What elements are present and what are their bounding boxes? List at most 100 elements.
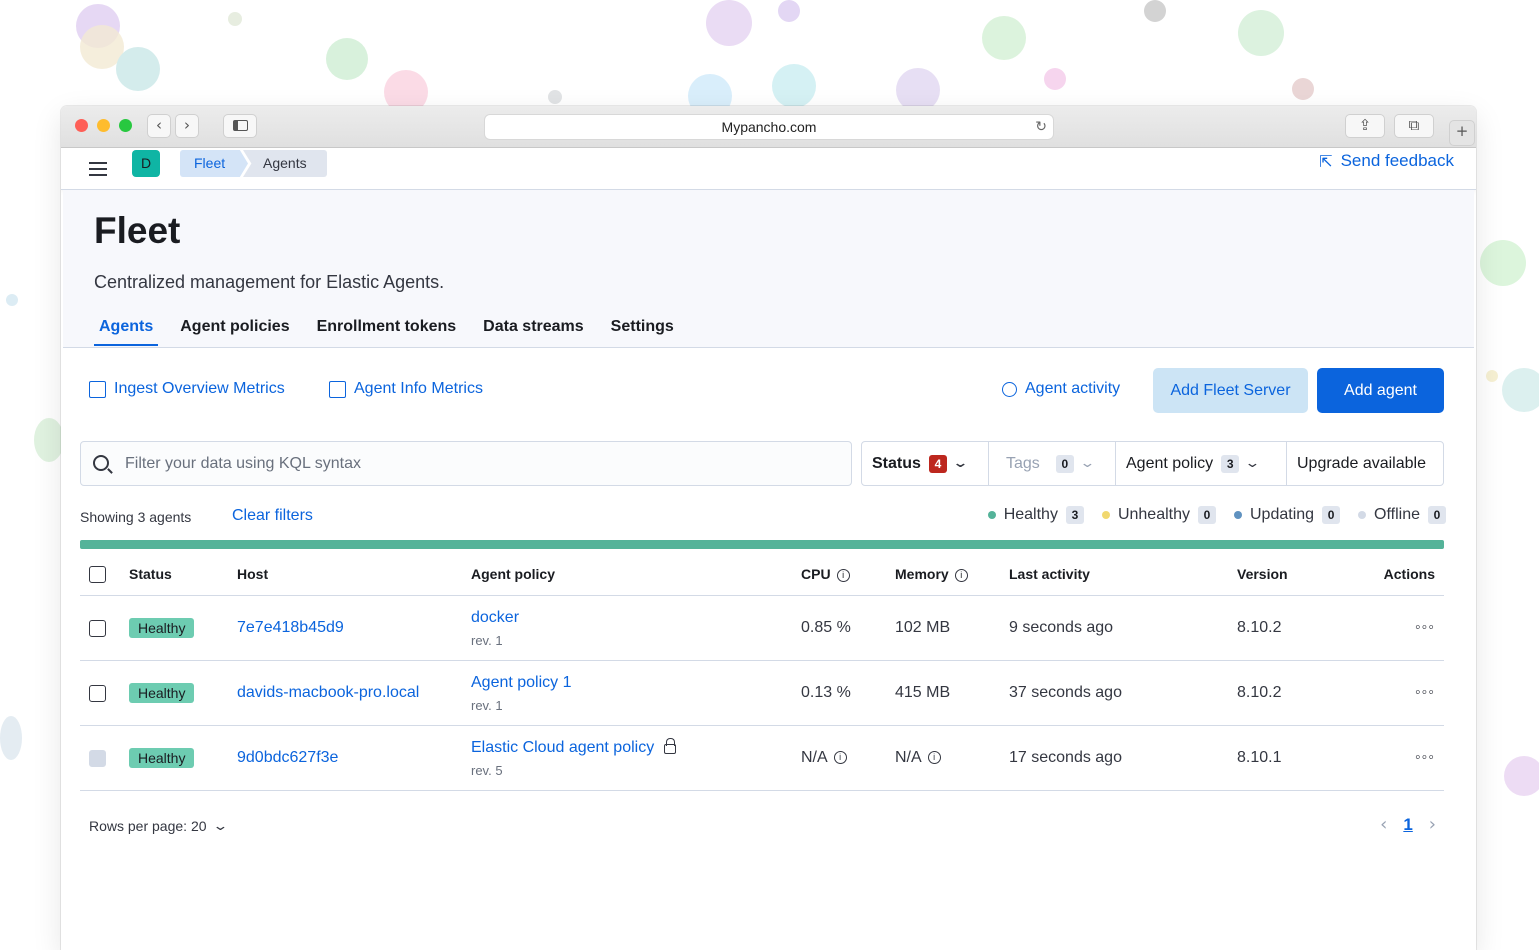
page-title: Fleet bbox=[94, 210, 181, 251]
minimize-window-button[interactable] bbox=[97, 119, 110, 132]
policy-link[interactable]: Elastic Cloud agent policy bbox=[471, 738, 801, 757]
rows-per-page-selector[interactable]: Rows per page: 20 ⌄ bbox=[89, 818, 229, 834]
clock-icon bbox=[1002, 381, 1017, 397]
add-agent-button[interactable]: Add agent bbox=[1317, 368, 1444, 413]
browser-window: ‹ › Mypancho.com ↻ ⇪ ⧉ + D Fleet Agents … bbox=[61, 106, 1476, 950]
unhealthy-dot-icon bbox=[1101, 511, 1110, 519]
url-text: Mypancho.com bbox=[721, 119, 817, 135]
legend-count: 3 bbox=[1065, 506, 1084, 524]
info-icon[interactable]: i bbox=[833, 751, 847, 765]
agent-policy-filter[interactable]: Agent policy 3 ⌄ bbox=[1116, 442, 1287, 485]
tab-enrollment-tokens[interactable]: Enrollment tokens bbox=[312, 318, 462, 346]
status-badge: Healthy bbox=[129, 748, 195, 768]
table-header: Status Host Agent policy CPU i Memory i La… bbox=[80, 553, 1444, 596]
next-page-icon[interactable]: › bbox=[1429, 814, 1436, 835]
agent-policy-filter-label: Agent policy bbox=[1126, 454, 1214, 472]
legend-updating: Updating 0 bbox=[1234, 506, 1341, 524]
back-button[interactable]: ‹ bbox=[147, 114, 171, 138]
breadcrumb-fleet[interactable]: Fleet bbox=[180, 150, 248, 177]
policy-link[interactable]: docker bbox=[471, 609, 801, 627]
row-checkbox[interactable] bbox=[89, 619, 106, 637]
search-placeholder: Filter your data using KQL syntax bbox=[125, 455, 361, 472]
share-button[interactable]: ⇪ bbox=[1345, 114, 1385, 138]
space-avatar[interactable]: D bbox=[132, 150, 160, 177]
policy-link[interactable]: Agent policy 1 bbox=[471, 674, 801, 692]
tab-data-streams[interactable]: Data streams bbox=[478, 318, 589, 346]
breadcrumb-agents: Agents bbox=[243, 150, 327, 177]
previous-page-icon[interactable]: ‹ bbox=[1380, 814, 1387, 835]
status-legend: Healthy 3 Unhealthy 0 Updating 0 Offline… bbox=[987, 506, 1446, 524]
ingest-overview-metrics-label: Ingest Overview Metrics bbox=[114, 380, 285, 397]
tab-agent-policies[interactable]: Agent policies bbox=[175, 318, 294, 346]
info-icon[interactable]: i bbox=[927, 751, 941, 765]
healthy-dot-icon bbox=[987, 511, 996, 519]
search-icon bbox=[93, 455, 109, 471]
select-all-checkbox[interactable] bbox=[89, 565, 106, 583]
legend-count: 0 bbox=[1198, 506, 1216, 524]
new-tab-button[interactable]: + bbox=[1449, 120, 1475, 146]
column-last-activity[interactable]: Last activity bbox=[1009, 566, 1237, 582]
policy-name: Elastic Cloud agent policy bbox=[471, 738, 655, 756]
legend-label: Updating bbox=[1250, 506, 1315, 523]
column-version[interactable]: Version bbox=[1237, 566, 1337, 582]
column-memory: Memory i bbox=[895, 566, 1009, 582]
host-link[interactable]: 7e7e418b45d9 bbox=[237, 619, 344, 636]
last-activity-value: 9 seconds ago bbox=[1009, 619, 1114, 636]
chevron-down-icon: ⌄ bbox=[211, 818, 229, 834]
legend-count: 0 bbox=[1322, 506, 1341, 524]
chevron-down-icon: ⌄ bbox=[1244, 456, 1261, 471]
status-badge: Healthy bbox=[129, 618, 195, 638]
column-host[interactable]: Host bbox=[237, 566, 471, 582]
agent-activity-link[interactable]: Agent activity bbox=[1002, 380, 1120, 398]
more-actions-icon[interactable]: ◦◦◦ bbox=[1415, 619, 1435, 636]
status-filter[interactable]: Status 4 ⌄ bbox=[862, 442, 989, 485]
sidebar-toggle-button[interactable] bbox=[223, 114, 257, 138]
add-fleet-server-button[interactable]: Add Fleet Server bbox=[1153, 368, 1308, 413]
clear-filters-link[interactable]: Clear filters bbox=[232, 507, 313, 525]
column-cpu-label: CPU bbox=[801, 566, 831, 582]
column-status[interactable]: Status bbox=[129, 566, 237, 582]
rows-per-page-label: Rows per page: 20 bbox=[89, 818, 207, 834]
pagination: ‹ 1 › bbox=[1380, 814, 1436, 835]
page-number-button[interactable]: 1 bbox=[1403, 815, 1412, 835]
agent-info-metrics-label: Agent Info Metrics bbox=[354, 380, 483, 397]
zoom-window-button[interactable] bbox=[119, 119, 132, 132]
send-feedback-link[interactable]: ⇱ Send feedback bbox=[1319, 151, 1454, 171]
last-activity-value: 17 seconds ago bbox=[1009, 749, 1122, 766]
info-icon[interactable]: i bbox=[836, 568, 850, 582]
version-value: 8.10.2 bbox=[1237, 684, 1282, 701]
row-checkbox-disabled bbox=[89, 749, 106, 767]
forward-button[interactable]: › bbox=[175, 114, 199, 138]
agents-table: Status Host Agent policy CPU i Memory i La… bbox=[80, 553, 1444, 791]
upgrade-available-filter[interactable]: Upgrade available bbox=[1287, 442, 1443, 485]
tabs-overview-button[interactable]: ⧉ bbox=[1394, 114, 1434, 138]
kql-search-input[interactable]: Filter your data using KQL syntax bbox=[80, 441, 852, 486]
cpu-value: 0.85 % bbox=[801, 619, 851, 636]
close-window-button[interactable] bbox=[75, 119, 88, 132]
host-link[interactable]: 9d0bdc627f3e bbox=[237, 749, 338, 766]
tab-bar: Agents Agent policies Enrollment tokens … bbox=[94, 318, 696, 346]
more-actions-icon[interactable]: ◦◦◦ bbox=[1415, 684, 1435, 701]
column-agent-policy[interactable]: Agent policy bbox=[471, 566, 801, 582]
tabs-icon: ⧉ bbox=[1408, 116, 1420, 134]
send-feedback-label: Send feedback bbox=[1340, 151, 1454, 170]
menu-icon[interactable] bbox=[89, 162, 107, 180]
tab-settings[interactable]: Settings bbox=[606, 318, 679, 346]
tags-filter[interactable]: Tags 0 ⌄ bbox=[989, 442, 1116, 485]
more-actions-icon[interactable]: ◦◦◦ bbox=[1415, 749, 1435, 766]
status-filter-count: 4 bbox=[928, 454, 947, 473]
tags-filter-label: Tags bbox=[1006, 454, 1040, 472]
memory-value: N/A bbox=[895, 749, 922, 766]
address-bar[interactable]: Mypancho.com ↻ bbox=[484, 114, 1054, 140]
agent-info-metrics-link[interactable]: Agent Info Metrics bbox=[329, 380, 483, 398]
tab-agents[interactable]: Agents bbox=[94, 318, 159, 346]
info-icon[interactable]: i bbox=[954, 568, 968, 582]
reload-icon[interactable]: ↻ bbox=[1035, 115, 1047, 139]
row-checkbox[interactable] bbox=[89, 684, 106, 702]
filter-group: Status 4 ⌄ Tags 0 ⌄ Agent policy 3 ⌄ Upg… bbox=[861, 441, 1444, 486]
ingest-overview-metrics-link[interactable]: Ingest Overview Metrics bbox=[89, 380, 285, 398]
host-link[interactable]: davids-macbook-pro.local bbox=[237, 684, 419, 701]
legend-label: Healthy bbox=[1003, 506, 1058, 523]
policy-revision: rev. 1 bbox=[471, 697, 503, 713]
chevron-right-icon: › bbox=[184, 116, 190, 134]
